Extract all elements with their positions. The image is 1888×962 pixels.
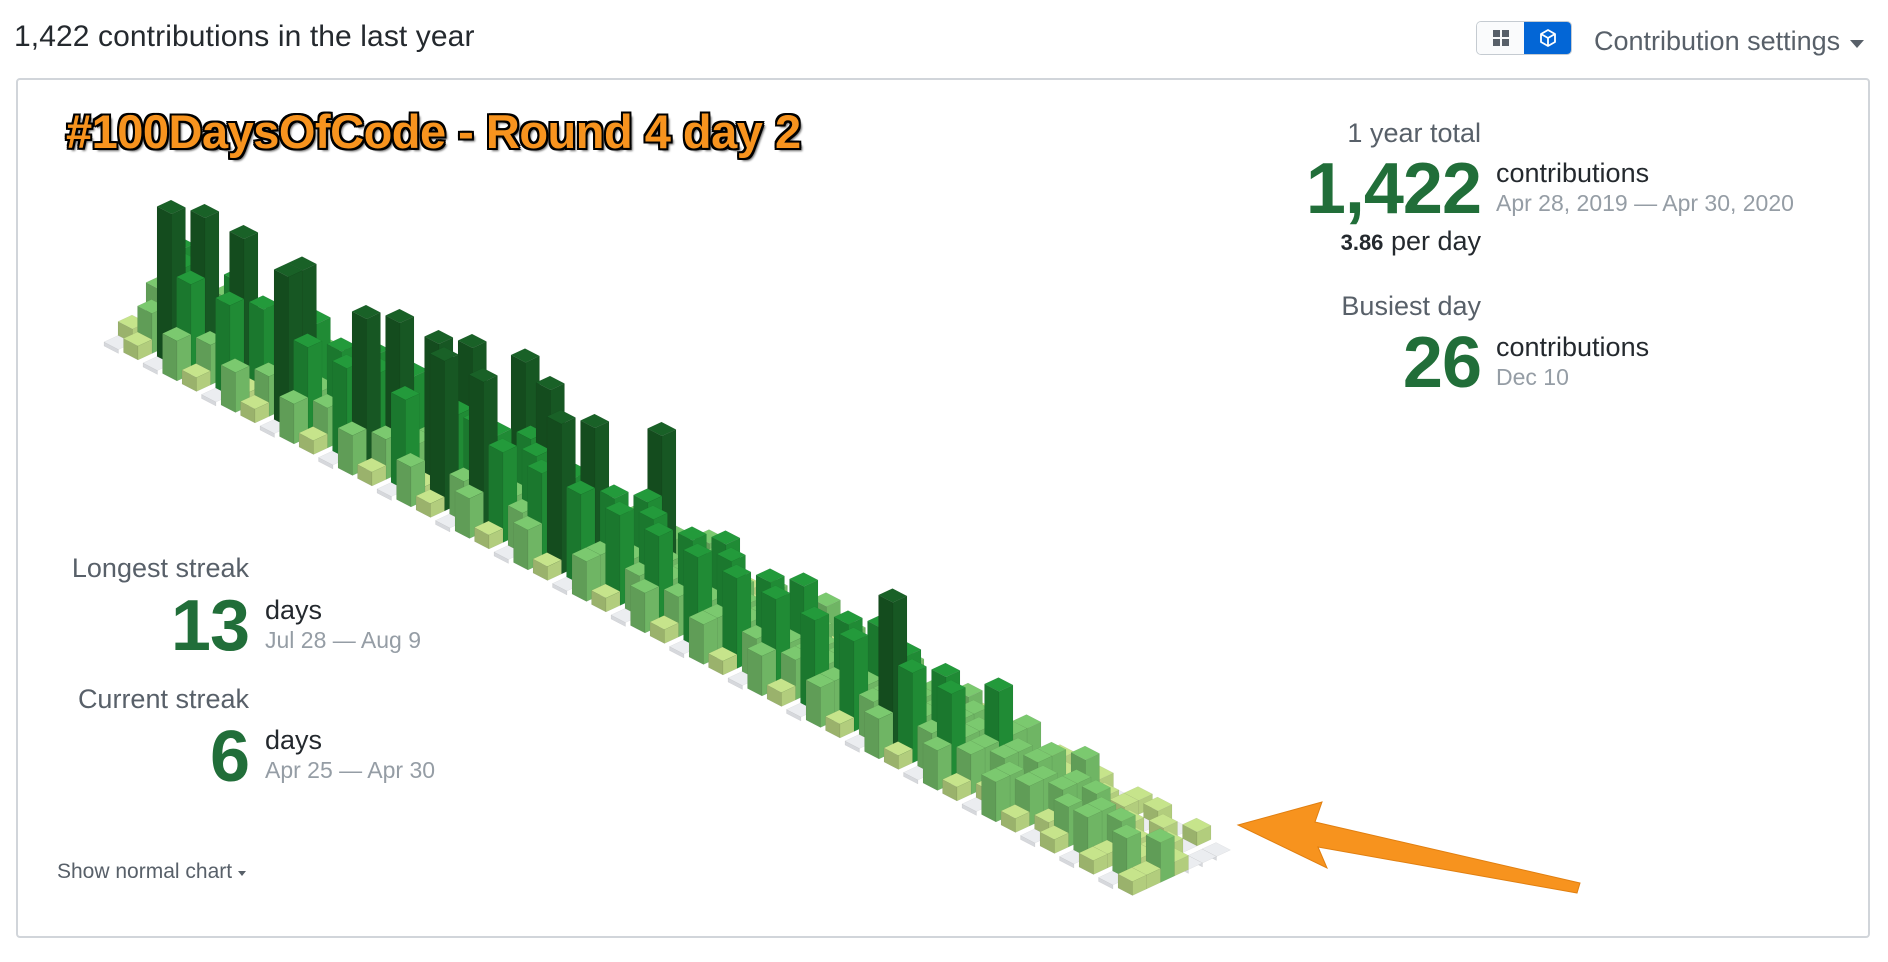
annotation-arrow bbox=[1236, 801, 1581, 894]
arrow-icon bbox=[1236, 801, 1581, 894]
